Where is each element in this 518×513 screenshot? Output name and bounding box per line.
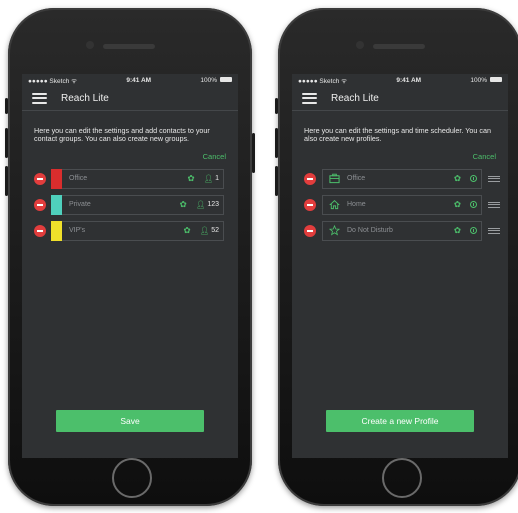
group-name: VIP's: [69, 227, 86, 235]
profile-card[interactable]: Home ✿: [322, 194, 482, 215]
status-bar: ●●●●● Sketch ᯤ 9:41 AM 100%: [22, 74, 238, 86]
clock-icon[interactable]: [470, 227, 477, 235]
app-title: Reach Lite: [331, 92, 379, 104]
group-color-swatch: [51, 168, 62, 189]
earpiece-speaker: [103, 44, 155, 49]
profile-name: Do Not Disturb: [347, 227, 393, 235]
save-button[interactable]: Save: [56, 410, 204, 432]
profile-list: Office ✿ Home ✿ Do Not Disturb ✿: [292, 168, 508, 241]
member-count: 52: [211, 227, 219, 235]
person-icon: 👤︎: [195, 200, 206, 210]
group-row-vips[interactable]: VIP's ✿ 👤︎ 52: [22, 220, 238, 241]
gear-icon[interactable]: ✿: [454, 225, 461, 236]
menu-icon[interactable]: [32, 92, 47, 104]
group-row-office[interactable]: Office ✿ 👤︎ 1: [22, 168, 238, 189]
person-icon: 👤︎: [203, 174, 214, 184]
profile-row-office[interactable]: Office ✿: [292, 168, 508, 189]
home-icon: [329, 199, 340, 210]
volume-down-button: [275, 166, 278, 196]
battery-indicator: 100%: [470, 77, 502, 84]
drag-handle-icon[interactable]: [488, 175, 500, 182]
menu-icon[interactable]: [302, 92, 317, 104]
gear-icon[interactable]: ✿: [187, 173, 194, 184]
delete-icon[interactable]: [304, 172, 316, 185]
clock-icon[interactable]: [470, 175, 477, 183]
battery-icon: [490, 77, 502, 83]
phone-left: ●●●●● Sketch ᯤ 9:41 AM 100% Reach Lite H…: [5, 8, 255, 506]
carrier-label: ●●●●● Sketch ᯤ: [28, 77, 78, 85]
create-profile-button[interactable]: Create a new Profile: [326, 410, 474, 432]
group-row-private[interactable]: Private ✿ 👤︎ 123: [22, 194, 238, 215]
delete-icon[interactable]: [304, 198, 316, 211]
description-text: Here you can edit the settings and add c…: [34, 126, 210, 144]
profile-row-do-not-disturb[interactable]: Do Not Disturb ✿: [292, 220, 508, 241]
person-icon: 👤︎: [199, 226, 210, 236]
group-name: Private: [69, 201, 91, 209]
group-list: Office ✿ 👤︎ 1 Private ✿ 👤︎ 123 VIP's ✿ 👤…: [22, 168, 238, 241]
profile-name: Home: [347, 201, 366, 209]
group-card[interactable]: VIP's ✿ 👤︎ 52: [62, 220, 224, 241]
delete-icon[interactable]: [34, 198, 46, 211]
status-bar: ●●●●● Sketch ᯤ 9:41 AM 100%: [292, 74, 508, 86]
home-button[interactable]: [382, 458, 422, 498]
profiles-screen: ●●●●● Sketch ᯤ 9:41 AM 100% Reach Lite H…: [292, 74, 508, 458]
front-camera: [356, 41, 364, 49]
member-count: 123: [207, 201, 219, 209]
group-color-swatch: [51, 220, 62, 241]
drag-handle-icon[interactable]: [488, 227, 500, 234]
delete-icon[interactable]: [34, 172, 46, 185]
briefcase-icon: [329, 173, 340, 184]
mute-switch: [5, 98, 8, 114]
gear-icon[interactable]: ✿: [454, 199, 461, 210]
mute-switch: [275, 98, 278, 114]
group-color-swatch: [51, 194, 62, 215]
group-card[interactable]: Office ✿ 👤︎ 1: [62, 168, 224, 189]
profile-row-home[interactable]: Home ✿: [292, 194, 508, 215]
cancel-button[interactable]: Cancel: [292, 152, 508, 161]
group-card[interactable]: Private ✿ 👤︎ 123: [62, 194, 224, 215]
battery-label: 100%: [200, 76, 217, 84]
delete-icon[interactable]: [304, 224, 316, 237]
volume-up-button: [5, 128, 8, 158]
phone-right: ●●●●● Sketch ᯤ 9:41 AM 100% Reach Lite H…: [275, 8, 518, 506]
app-title: Reach Lite: [61, 92, 109, 104]
front-camera: [86, 41, 94, 49]
description-text: Here you can edit the settings and time …: [304, 126, 491, 144]
home-button[interactable]: [112, 458, 152, 498]
gear-icon[interactable]: ✿: [454, 173, 461, 184]
gear-icon[interactable]: ✿: [180, 199, 187, 210]
nav-bar: Reach Lite: [292, 86, 508, 111]
battery-label: 100%: [470, 76, 487, 84]
volume-down-button: [5, 166, 8, 196]
earpiece-speaker: [373, 44, 425, 49]
star-icon: [329, 225, 340, 236]
member-count: 1: [215, 175, 219, 183]
profile-name: Office: [347, 175, 366, 183]
cancel-button[interactable]: Cancel: [22, 152, 238, 161]
gear-icon[interactable]: ✿: [184, 225, 191, 236]
clock-label: 9:41 AM: [126, 76, 152, 84]
power-button: [252, 133, 255, 173]
clock-icon[interactable]: [470, 201, 477, 209]
clock-label: 9:41 AM: [396, 76, 422, 84]
carrier-label: ●●●●● Sketch ᯤ: [298, 77, 348, 85]
battery-indicator: 100%: [200, 77, 232, 84]
profile-card[interactable]: Office ✿: [322, 168, 482, 189]
profile-card[interactable]: Do Not Disturb ✿: [322, 220, 482, 241]
volume-up-button: [275, 128, 278, 158]
group-name: Office: [69, 175, 88, 183]
battery-icon: [220, 77, 232, 83]
drag-handle-icon[interactable]: [488, 201, 500, 208]
nav-bar: Reach Lite: [22, 86, 238, 111]
delete-icon[interactable]: [34, 224, 46, 237]
groups-screen: ●●●●● Sketch ᯤ 9:41 AM 100% Reach Lite H…: [22, 74, 238, 458]
